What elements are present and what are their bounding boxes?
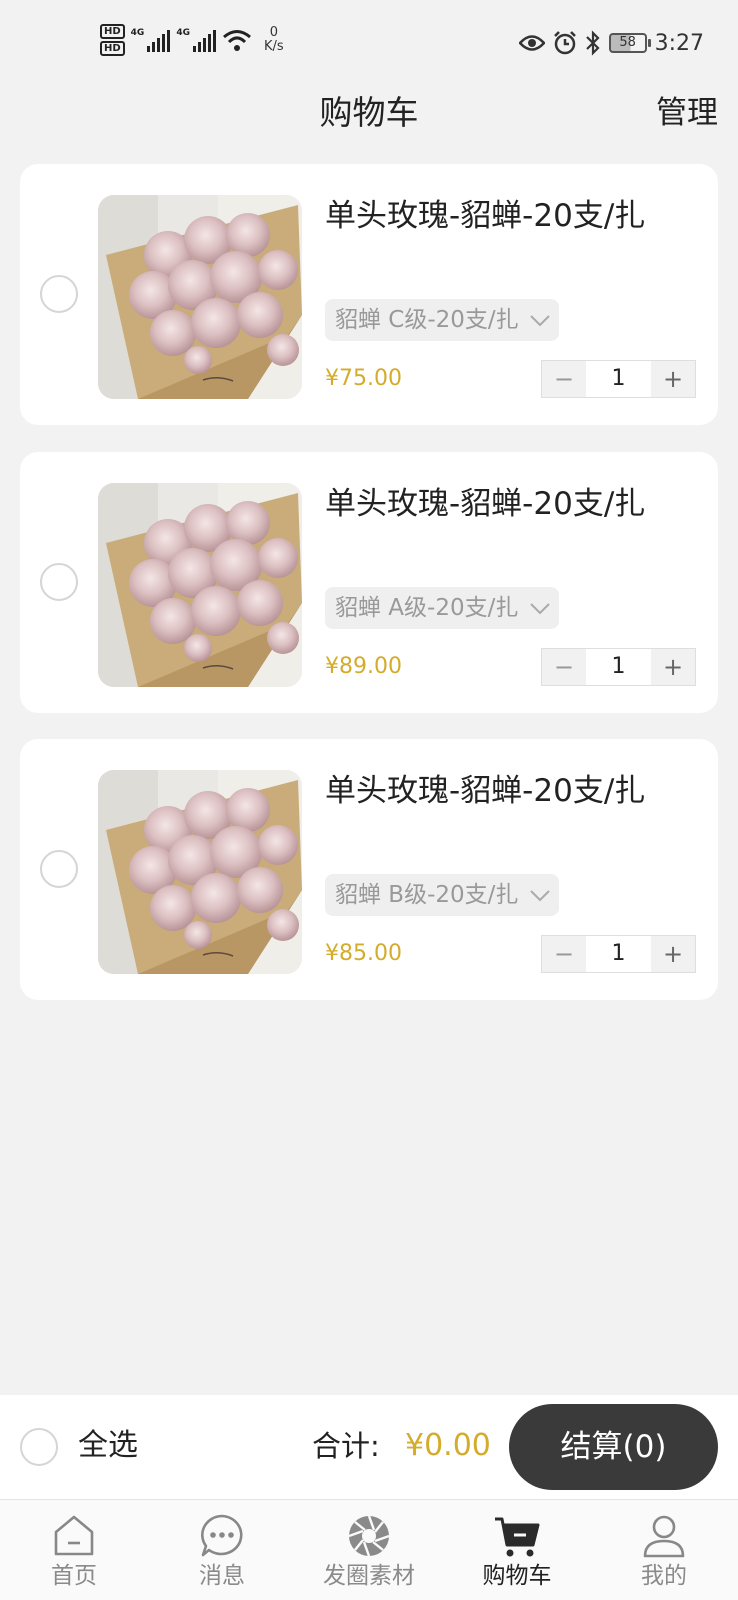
spec-selector[interactable]: 貂蝉 B级-20支/扎	[325, 874, 559, 916]
tab-home[interactable]: 首页	[0, 1500, 148, 1600]
signal-icon: 4G	[131, 28, 171, 52]
product-name[interactable]: 单头玫瑰-貂蝉-20支/扎	[325, 769, 645, 813]
tab-profile[interactable]: 我的	[590, 1500, 738, 1600]
tab-label: 我的	[641, 1563, 687, 1589]
bluetooth-icon	[585, 30, 600, 56]
item-price: ¥75.00	[325, 366, 402, 391]
cart-item: 单头玫瑰-貂蝉-20支/扎 貂蝉 B级-20支/扎 ¥85.00 − 1 +	[20, 739, 718, 1000]
tab-label: 首页	[51, 1563, 97, 1589]
wifi-icon	[223, 30, 251, 51]
sim2-badge: HD	[100, 41, 125, 56]
eye-icon	[518, 35, 545, 51]
decrease-button[interactable]: −	[542, 361, 586, 397]
quantity-value[interactable]: 1	[586, 649, 651, 685]
tab-label: 购物车	[482, 1563, 552, 1589]
chevron-down-icon	[530, 603, 550, 615]
quantity-stepper: − 1 +	[541, 360, 696, 398]
item-price: ¥89.00	[325, 654, 402, 679]
aperture-icon	[348, 1515, 390, 1557]
item-select-radio[interactable]	[40, 850, 78, 888]
spec-selector[interactable]: 貂蝉 C级-20支/扎	[325, 299, 559, 341]
tab-bar: 首页 消息 发圈素材 购物车 我的	[0, 1499, 738, 1600]
item-select-radio[interactable]	[40, 275, 78, 313]
spec-label: 貂蝉 C级-20支/扎	[335, 307, 519, 333]
manage-button[interactable]: 管理	[656, 88, 718, 138]
status-bar: HD HD 4G 4G 0 K/s 58 3:27	[0, 0, 738, 88]
tab-cart[interactable]: 购物车	[443, 1500, 591, 1600]
chevron-down-icon	[530, 890, 550, 902]
select-all-label[interactable]: 全选	[78, 1425, 138, 1467]
increase-button[interactable]: +	[651, 936, 695, 972]
tab-messages[interactable]: 消息	[148, 1500, 296, 1600]
status-right: 58 3:27	[518, 30, 704, 56]
spec-label: 貂蝉 A级-20支/扎	[335, 595, 519, 621]
product-name[interactable]: 单头玫瑰-貂蝉-20支/扎	[325, 194, 645, 238]
checkout-bar: 全选 合计: ¥0.00 结算(0)	[0, 1395, 738, 1499]
net2-label: 4G	[176, 28, 190, 38]
quantity-value[interactable]: 1	[586, 936, 651, 972]
tab-label: 发圈素材	[323, 1563, 415, 1589]
page-title: 购物车	[319, 93, 419, 132]
decrease-button[interactable]: −	[542, 649, 586, 685]
tab-label: 消息	[199, 1563, 245, 1589]
cart-item: 单头玫瑰-貂蝉-20支/扎 貂蝉 C级-20支/扎 ¥75.00 − 1 +	[20, 164, 718, 425]
chevron-down-icon	[530, 315, 550, 327]
increase-button[interactable]: +	[651, 649, 695, 685]
product-image[interactable]	[98, 483, 302, 687]
quantity-stepper: − 1 +	[541, 935, 696, 973]
speed-unit: K/s	[263, 39, 284, 54]
product-image[interactable]	[98, 770, 302, 974]
home-icon	[54, 1515, 94, 1556]
spec-label: 貂蝉 B级-20支/扎	[335, 882, 519, 908]
quantity-stepper: − 1 +	[541, 648, 696, 686]
net1-label: 4G	[130, 28, 145, 38]
checkout-button[interactable]: 结算(0)	[509, 1404, 718, 1490]
tab-materials[interactable]: 发圈素材	[295, 1500, 443, 1600]
network-speed: 0 K/s	[264, 26, 284, 54]
quantity-value[interactable]: 1	[586, 361, 651, 397]
select-all-radio[interactable]	[20, 1428, 58, 1466]
battery-icon: 58	[608, 33, 651, 53]
sim-indicators: HD HD	[100, 24, 125, 56]
product-image[interactable]	[98, 195, 302, 399]
chat-icon	[201, 1514, 243, 1557]
spec-selector[interactable]: 貂蝉 A级-20支/扎	[325, 587, 559, 629]
increase-button[interactable]: +	[651, 361, 695, 397]
item-select-radio[interactable]	[40, 563, 78, 601]
alarm-icon	[553, 31, 576, 55]
total-label: 合计:	[312, 1429, 380, 1463]
cart-item: 单头玫瑰-貂蝉-20支/扎 貂蝉 A级-20支/扎 ¥89.00 − 1 +	[20, 452, 718, 713]
clock: 3:27	[654, 30, 704, 56]
signal-icon-2: 4G	[176, 28, 216, 52]
status-left: HD HD 4G 4G 0 K/s	[100, 24, 284, 56]
decrease-button[interactable]: −	[542, 936, 586, 972]
product-name[interactable]: 单头玫瑰-貂蝉-20支/扎	[325, 482, 645, 526]
cart-icon	[495, 1517, 540, 1557]
user-icon	[643, 1515, 685, 1558]
header: 购物车 管理	[0, 88, 738, 160]
speed-value: 0	[269, 25, 278, 40]
sim1-badge: HD	[100, 24, 125, 39]
item-price: ¥85.00	[325, 941, 402, 966]
total-price: ¥0.00	[405, 1428, 491, 1463]
